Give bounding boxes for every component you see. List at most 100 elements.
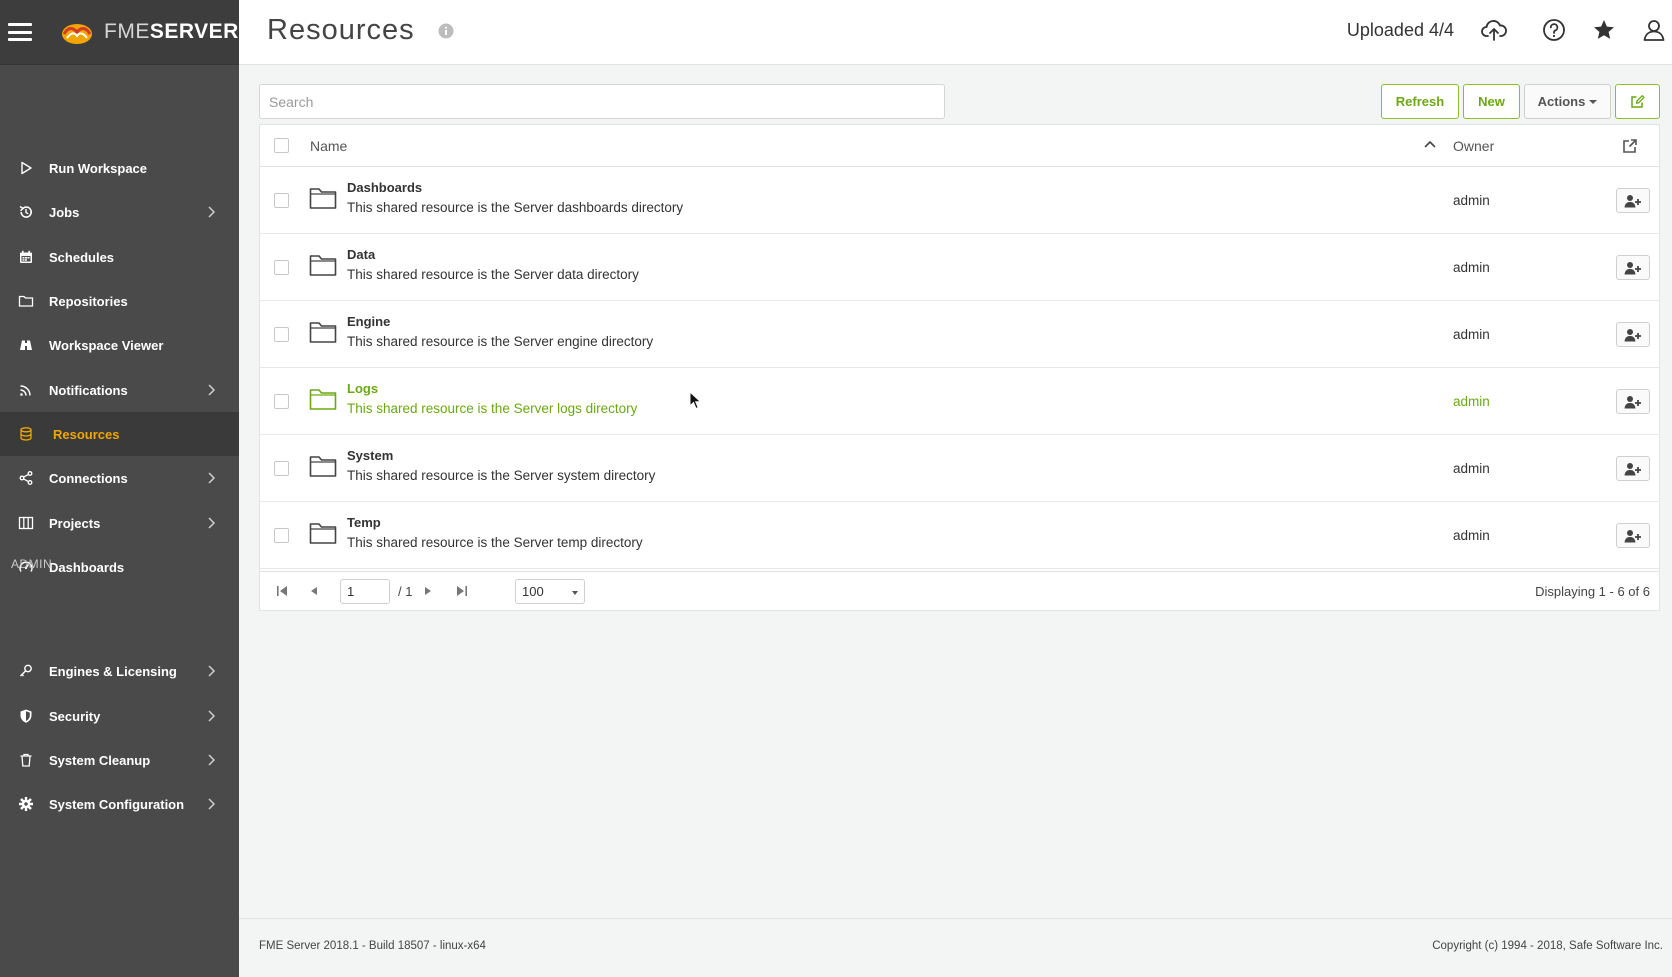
folder-icon bbox=[18, 295, 34, 307]
refresh-button[interactable]: Refresh bbox=[1381, 84, 1459, 119]
table-row[interactable]: Logs This shared resource is the Server l… bbox=[260, 368, 1659, 435]
sidebar-item-schedules[interactable]: Schedules bbox=[0, 235, 239, 279]
actions-dropdown[interactable]: Actions bbox=[1524, 84, 1611, 119]
share-permissions-button[interactable] bbox=[1616, 523, 1650, 548]
cloud-upload-icon[interactable] bbox=[1480, 16, 1508, 44]
folder-icon bbox=[309, 389, 337, 410]
export-icon[interactable] bbox=[1622, 138, 1638, 154]
row-checkbox[interactable] bbox=[274, 528, 289, 543]
mouse-cursor-icon bbox=[689, 391, 702, 410]
sidebar-item-label: Repositories bbox=[49, 293, 128, 309]
gear-icon bbox=[19, 797, 33, 811]
resource-name[interactable]: System bbox=[347, 448, 393, 463]
sidebar-item-workspace-viewer[interactable]: Workspace Viewer bbox=[0, 323, 239, 367]
folder-icon bbox=[309, 188, 337, 209]
user-plus-icon bbox=[1624, 328, 1641, 341]
column-header-name[interactable]: Name bbox=[310, 138, 347, 154]
help-icon[interactable] bbox=[1540, 16, 1568, 44]
row-checkbox[interactable] bbox=[274, 327, 289, 342]
displaying-count: Displaying 1 - 6 of 6 bbox=[1535, 584, 1650, 599]
sidebar-item-label: Dashboards bbox=[49, 559, 125, 575]
share-permissions-button[interactable] bbox=[1616, 389, 1650, 414]
sidebar-item-system-configuration[interactable]: System Configuration bbox=[0, 782, 239, 826]
footer: FME Server 2018.1 - Build 18507 - linux-… bbox=[239, 918, 1672, 977]
chevron-right-icon bbox=[208, 517, 216, 529]
sidebar-item-projects[interactable]: Projects bbox=[0, 501, 239, 545]
previous-page-icon[interactable] bbox=[306, 584, 322, 598]
table-row[interactable]: System This shared resource is the Server… bbox=[260, 435, 1659, 502]
star-icon[interactable] bbox=[1590, 16, 1618, 44]
top-bar: Resources Uploaded 4/4 bbox=[239, 0, 1672, 65]
database-icon bbox=[20, 427, 32, 441]
share-permissions-button[interactable] bbox=[1616, 188, 1650, 213]
resource-owner: admin bbox=[1453, 193, 1490, 208]
admin-section-header: ADMIN bbox=[11, 557, 53, 571]
hamburger-menu-icon[interactable] bbox=[8, 23, 32, 41]
first-page-icon[interactable] bbox=[274, 584, 290, 598]
edit-button[interactable] bbox=[1615, 84, 1660, 119]
sidebar-item-repositories[interactable]: Repositories bbox=[0, 279, 239, 323]
resource-name[interactable]: Dashboards bbox=[347, 180, 422, 195]
sidebar-item-engines-and-licensing[interactable]: Engines & Licensing bbox=[0, 649, 239, 693]
column-header-owner[interactable]: Owner bbox=[1453, 138, 1494, 154]
resource-description: This shared resource is the Server temp … bbox=[347, 535, 643, 550]
resource-owner: admin bbox=[1453, 461, 1490, 476]
resource-description: This shared resource is the Server data … bbox=[347, 267, 639, 282]
row-checkbox[interactable] bbox=[274, 193, 289, 208]
sidebar-item-run-workspace[interactable]: Run Workspace bbox=[0, 146, 239, 190]
sort-ascending-icon[interactable] bbox=[1423, 137, 1437, 151]
page-title: Resources bbox=[267, 14, 415, 46]
table-row[interactable]: Data This shared resource is the Server d… bbox=[260, 234, 1659, 301]
search-input[interactable] bbox=[259, 84, 945, 119]
user-icon[interactable] bbox=[1640, 16, 1668, 44]
share-permissions-button[interactable] bbox=[1616, 255, 1650, 280]
page-number-input[interactable] bbox=[340, 579, 390, 604]
pagination-bar: / 1 100 Displaying 1 - 6 of 6 bbox=[260, 571, 1659, 610]
new-button[interactable]: New bbox=[1463, 84, 1520, 119]
page-size-value: 100 bbox=[522, 584, 544, 599]
shield-icon bbox=[20, 709, 32, 723]
share-permissions-button[interactable] bbox=[1616, 456, 1650, 481]
chevron-right-icon bbox=[208, 754, 216, 766]
table-row[interactable]: Temp This shared resource is the Server t… bbox=[260, 502, 1659, 569]
row-checkbox[interactable] bbox=[274, 260, 289, 275]
resource-name[interactable]: Logs bbox=[347, 381, 378, 396]
sidebar-item-label: Workspace Viewer bbox=[49, 337, 164, 353]
key-icon bbox=[20, 664, 32, 677]
chevron-right-icon bbox=[208, 710, 216, 722]
table-row[interactable]: Dashboards This shared resource is the Se… bbox=[260, 167, 1659, 234]
sidebar-item-security[interactable]: Security bbox=[0, 694, 239, 738]
share-permissions-button[interactable] bbox=[1616, 322, 1650, 347]
sidebar-item-connections[interactable]: Connections bbox=[0, 456, 239, 500]
fme-logo-icon bbox=[62, 24, 92, 44]
folder-icon bbox=[309, 255, 337, 276]
rss-icon bbox=[20, 385, 31, 396]
page-size-select[interactable]: 100 bbox=[515, 579, 585, 604]
user-plus-icon bbox=[1624, 194, 1641, 207]
resource-name[interactable]: Temp bbox=[347, 515, 381, 530]
caret-down-icon bbox=[572, 591, 578, 595]
sidebar-item-jobs[interactable]: Jobs bbox=[0, 190, 239, 234]
select-all-checkbox[interactable] bbox=[274, 138, 289, 153]
table-row[interactable]: Engine This shared resource is the Server… bbox=[260, 301, 1659, 368]
sidebar-item-label: Connections bbox=[49, 470, 128, 486]
resources-table: Name Owner Dashboards This shared resourc… bbox=[259, 124, 1660, 611]
sidebar-item-notifications[interactable]: Notifications bbox=[0, 368, 239, 412]
sidebar-item-resources[interactable]: Resources bbox=[0, 412, 239, 456]
info-icon[interactable] bbox=[438, 23, 454, 39]
resource-name[interactable]: Engine bbox=[347, 314, 390, 329]
sidebar-item-system-cleanup[interactable]: System Cleanup bbox=[0, 738, 239, 782]
user-plus-icon bbox=[1624, 529, 1641, 542]
row-checkbox[interactable] bbox=[274, 394, 289, 409]
brand-name: FMESERVER bbox=[104, 20, 239, 43]
calendar-icon bbox=[20, 250, 32, 263]
resource-name[interactable]: Data bbox=[347, 247, 375, 262]
columns-icon bbox=[18, 516, 34, 530]
next-page-icon[interactable] bbox=[420, 584, 436, 598]
chevron-right-icon bbox=[208, 472, 216, 484]
last-page-icon[interactable] bbox=[454, 584, 470, 598]
total-pages: / 1 bbox=[398, 584, 413, 599]
row-checkbox[interactable] bbox=[274, 461, 289, 476]
resource-description: This shared resource is the Server logs … bbox=[347, 401, 638, 416]
chevron-right-icon bbox=[208, 206, 216, 218]
